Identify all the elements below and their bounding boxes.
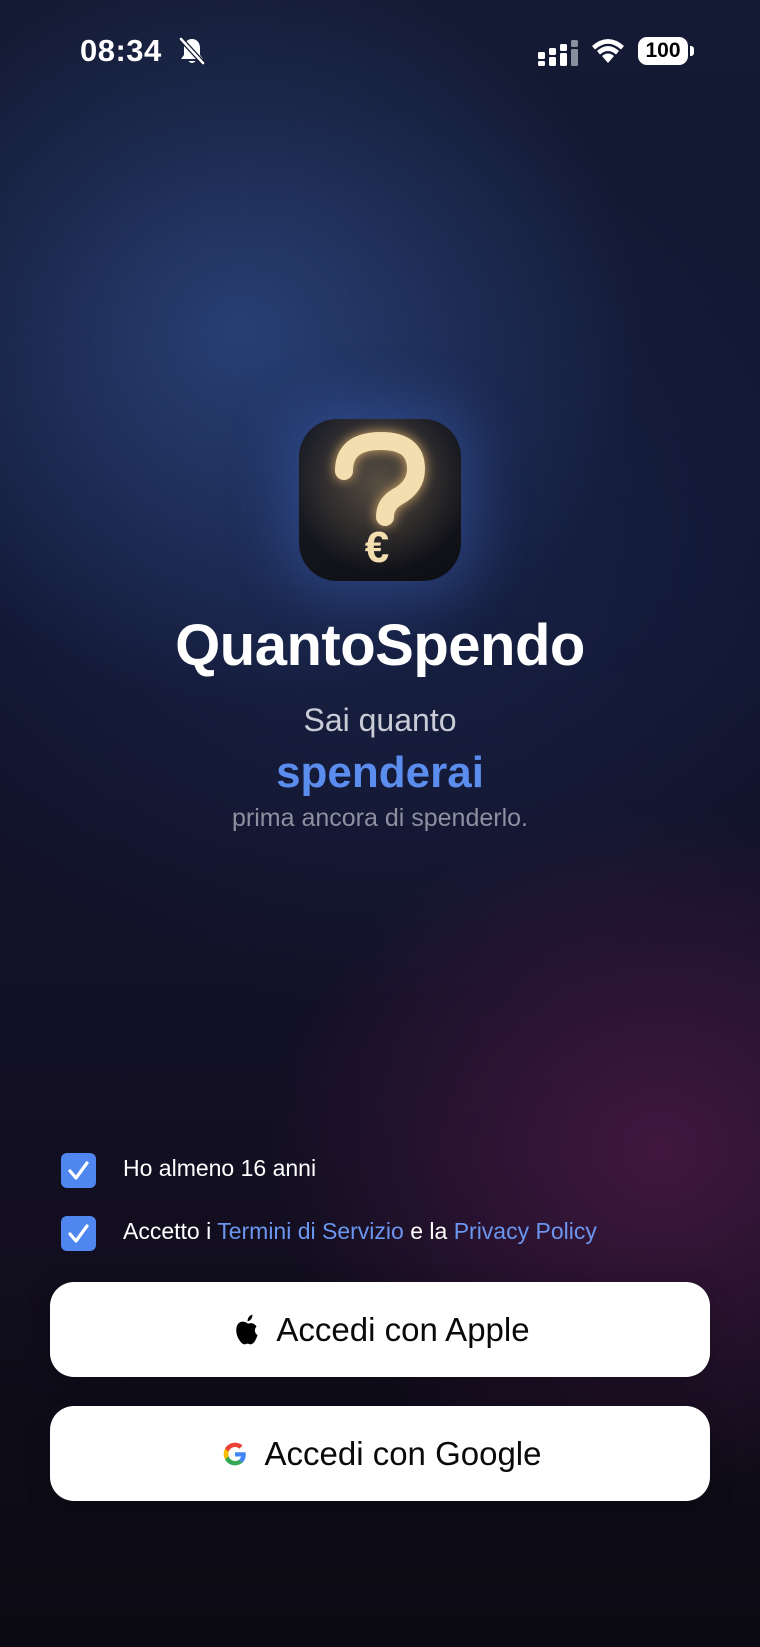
age-checkbox[interactable] (61, 1153, 96, 1188)
status-time: 08:34 (80, 33, 162, 68)
app-title: QuantoSpendo (175, 613, 585, 678)
wifi-icon (592, 39, 624, 63)
battery-level: 100 (638, 37, 688, 65)
age-consent-label: Ho almeno 16 anni (123, 1155, 317, 1181)
tagline-line-3: prima ancora di spenderlo. (232, 804, 528, 832)
checkmark-icon (68, 1161, 89, 1180)
battery-icon: 100 (638, 37, 694, 65)
terms-checkbox[interactable] (61, 1216, 96, 1251)
google-icon (224, 1442, 247, 1465)
apple-signin-button[interactable]: Accedi con Apple (50, 1282, 710, 1377)
tagline-highlight: spenderai (276, 748, 484, 797)
bell-slash-icon (179, 37, 205, 65)
app-logo: € (299, 419, 461, 581)
apple-icon (236, 1314, 258, 1344)
apple-signin-label: Accedi con Apple (276, 1310, 530, 1348)
google-signin-button[interactable]: Accedi con Google (50, 1406, 710, 1501)
question-euro-logo: € (299, 419, 461, 581)
terms-consent-label: Accetto i Termini di Servizio e la Priva… (123, 1218, 597, 1245)
checkmark-icon (68, 1224, 89, 1243)
status-bar: 08:34 100 (0, 0, 760, 100)
age-consent-row: Ho almeno 16 anni (61, 1153, 721, 1189)
signal-icon (538, 40, 578, 66)
terms-middle: e la (410, 1218, 448, 1244)
terms-consent-row: Accetto i Termini di Servizio e la Priva… (61, 1216, 721, 1252)
tagline-line-1: Sai quanto (303, 702, 457, 738)
terms-prefix: Accetto i (123, 1218, 212, 1244)
google-signin-label: Accedi con Google (264, 1434, 542, 1472)
terms-of-service-link[interactable]: Termini di Servizio (217, 1218, 404, 1244)
privacy-policy-link[interactable]: Privacy Policy (454, 1218, 597, 1244)
svg-text:€: € (365, 523, 389, 572)
